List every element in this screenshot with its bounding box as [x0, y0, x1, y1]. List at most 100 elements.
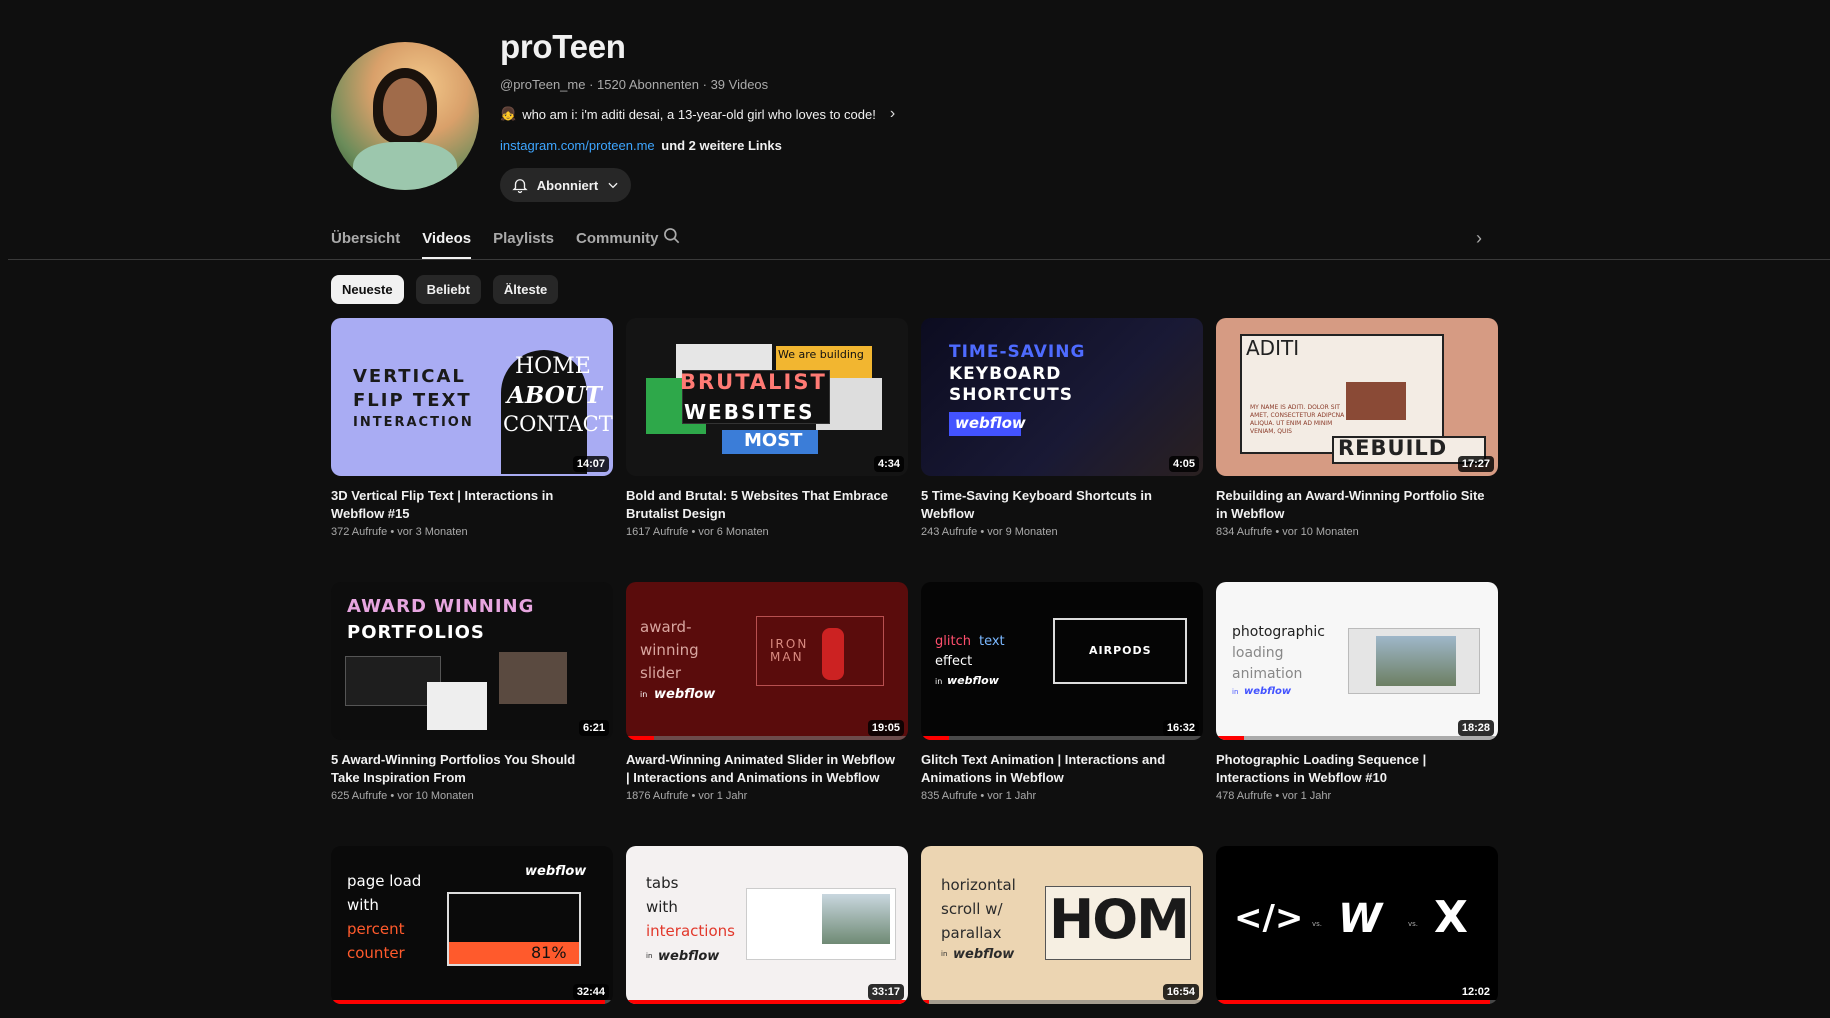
video-duration: 14:07	[572, 456, 609, 472]
thumb-text: counter	[347, 944, 405, 962]
video-title[interactable]: Bold and Brutal: 5 Websites That Embrace…	[626, 487, 896, 523]
video-duration: 19:05	[867, 720, 904, 736]
video-views: 243 Aufrufe	[921, 526, 978, 538]
video-card[interactable]: glitch text effect in webflow AIRPODS 16…	[921, 582, 1203, 802]
video-card[interactable]: page load with percent counter webflow 8…	[331, 846, 613, 1004]
instagram-link[interactable]: instagram.com/proteen.me	[500, 138, 655, 153]
thumb-text: We are building	[778, 348, 864, 361]
chip-oldest[interactable]: Älteste	[492, 275, 559, 304]
video-age: vor 1 Jahr	[1282, 790, 1332, 802]
video-views: 834 Aufrufe	[1216, 526, 1273, 538]
video-title[interactable]: 5 Time-Saving Keyboard Shortcuts in Webf…	[921, 487, 1191, 523]
thumb-text: BRUTALIST	[680, 370, 827, 394]
video-thumbnail[interactable]: glitch text effect in webflow AIRPODS 16…	[921, 582, 1203, 740]
progress-track	[626, 736, 908, 740]
video-card[interactable]: </> vs. W vs. X 12:02	[1216, 846, 1498, 1004]
video-title[interactable]: Rebuilding an Award-Winning Portfolio Si…	[1216, 487, 1486, 523]
video-title[interactable]: Award-Winning Animated Slider in Webflow…	[626, 751, 896, 787]
tab-community[interactable]: Community	[576, 224, 659, 259]
thumb-text: FLIP TEXT	[353, 390, 472, 411]
channel-avatar[interactable]	[331, 42, 479, 190]
video-title[interactable]: Glitch Text Animation | Interactions and…	[921, 751, 1191, 787]
tabs-scroll-right-icon[interactable]: ›	[1476, 228, 1482, 249]
subscribed-button[interactable]: Abonniert	[500, 168, 631, 202]
video-thumbnail[interactable]: </> vs. W vs. X 12:02	[1216, 846, 1498, 1004]
video-age: vor 10 Monaten	[397, 790, 474, 802]
video-thumbnail[interactable]: VERTICAL FLIP TEXT INTERACTION HOME ABOU…	[331, 318, 613, 476]
tab-overview[interactable]: Übersicht	[331, 224, 400, 259]
sort-chips: Neueste Beliebt Älteste	[331, 275, 559, 304]
video-thumbnail[interactable]: AWARD WINNING PORTFOLIOS 6:21	[331, 582, 613, 740]
video-duration: 18:28	[1457, 720, 1494, 736]
thumb-text: with	[347, 896, 379, 914]
channel-subscribers: 1520 Abonnenten	[597, 77, 699, 92]
watch-progress	[626, 736, 655, 740]
video-card[interactable]: tabs with interactions in webflow 33:17	[626, 846, 908, 1004]
thumb-text: award-	[640, 618, 692, 636]
video-duration: 16:54	[1162, 984, 1199, 1000]
video-thumbnail[interactable]: page load with percent counter webflow 8…	[331, 846, 613, 1004]
chevron-right-icon[interactable]: ›	[890, 105, 895, 123]
video-thumbnail[interactable]: horizontal scroll w/ parallax in webflow…	[921, 846, 1203, 1004]
video-thumbnail[interactable]: photographic loading animation in webflo…	[1216, 582, 1498, 740]
thumb-text: animation	[1232, 666, 1303, 682]
avatar-scarf	[353, 142, 457, 190]
channel-handle: @proTeen_me	[500, 77, 586, 92]
video-meta: 835 Aufrufe • vor 1 Jahr	[921, 790, 1037, 802]
video-duration: 32:44	[572, 984, 609, 1000]
thumb-text: interactions	[646, 922, 735, 940]
thumb-text: with	[646, 898, 678, 916]
progress-track	[1216, 736, 1498, 740]
video-card[interactable]: AWARD WINNING PORTFOLIOS 6:21 5 Award-Wi…	[331, 582, 613, 802]
video-card[interactable]: photographic loading animation in webflo…	[1216, 582, 1498, 802]
video-views: 478 Aufrufe	[1216, 790, 1273, 802]
video-age: vor 1 Jahr	[987, 790, 1037, 802]
chip-newest[interactable]: Neueste	[331, 275, 404, 304]
video-views: 835 Aufrufe	[921, 790, 978, 802]
video-thumbnail[interactable]: We are building BRUTALIST WEBSITES MOST …	[626, 318, 908, 476]
tab-playlists[interactable]: Playlists	[493, 224, 554, 259]
video-title[interactable]: Photographic Loading Sequence | Interact…	[1216, 751, 1486, 787]
thumb-text: HOME	[515, 354, 591, 379]
video-title[interactable]: 3D Vertical Flip Text | Interactions in …	[331, 487, 601, 523]
video-thumbnail[interactable]: TIME-SAVING KEYBOARD SHORTCUTS webflow 4…	[921, 318, 1203, 476]
video-duration: 12:02	[1457, 984, 1494, 1000]
thumb-text: webflow	[953, 947, 1015, 962]
tabs-divider	[8, 259, 1830, 260]
thumb-panel	[427, 682, 487, 730]
video-thumbnail[interactable]: award- winning slider in webflow IRON MA…	[626, 582, 908, 740]
video-card[interactable]: horizontal scroll w/ parallax in webflow…	[921, 846, 1203, 1004]
video-age: vor 3 Monaten	[397, 526, 468, 538]
tab-videos[interactable]: Videos	[422, 224, 472, 259]
thumb-text: IRON MAN	[770, 637, 809, 664]
search-icon[interactable]	[662, 226, 682, 251]
video-views: 1617 Aufrufe	[626, 526, 689, 538]
channel-description[interactable]: 👧 who am i: i'm aditi desai, a 13-year-o…	[500, 105, 895, 123]
video-views: 372 Aufrufe	[331, 526, 388, 538]
watch-progress	[626, 1000, 908, 1004]
video-card[interactable]: award- winning slider in webflow IRON MA…	[626, 582, 908, 802]
video-card[interactable]: ADITI MY NAME IS ADITI. DOLOR SIT AMET, …	[1216, 318, 1498, 538]
video-thumbnail[interactable]: tabs with interactions in webflow 33:17	[626, 846, 908, 1004]
thumb-text: X	[1434, 892, 1468, 943]
video-card[interactable]: VERTICAL FLIP TEXT INTERACTION HOME ABOU…	[331, 318, 613, 538]
channel-tabs: Übersicht Videos Playlists Community	[331, 224, 680, 259]
thumb-text: AIRPODS	[1089, 644, 1152, 657]
thumb-text: HOM	[1049, 888, 1190, 951]
chip-popular[interactable]: Beliebt	[415, 275, 481, 304]
thumb-text: WEBSITES	[684, 400, 815, 424]
thumb-text: REBUILD	[1338, 436, 1448, 460]
watch-progress	[921, 1000, 930, 1004]
video-meta: 243 Aufrufe • vor 9 Monaten	[921, 526, 1058, 538]
video-card[interactable]: We are building BRUTALIST WEBSITES MOST …	[626, 318, 908, 538]
channel-video-count: 39 Videos	[710, 77, 769, 92]
video-duration: 33:17	[867, 984, 904, 1000]
video-meta: 1617 Aufrufe • vor 6 Monaten	[626, 526, 769, 538]
more-links[interactable]: und 2 weitere Links	[661, 138, 782, 153]
video-title[interactable]: 5 Award-Winning Portfolios You Should Ta…	[331, 751, 601, 787]
video-card[interactable]: TIME-SAVING KEYBOARD SHORTCUTS webflow 4…	[921, 318, 1203, 538]
thumb-text: MOST	[744, 430, 803, 451]
video-thumbnail[interactable]: ADITI MY NAME IS ADITI. DOLOR SIT AMET, …	[1216, 318, 1498, 476]
thumb-text: tabs	[646, 874, 679, 892]
thumb-text: VERTICAL	[353, 366, 466, 387]
